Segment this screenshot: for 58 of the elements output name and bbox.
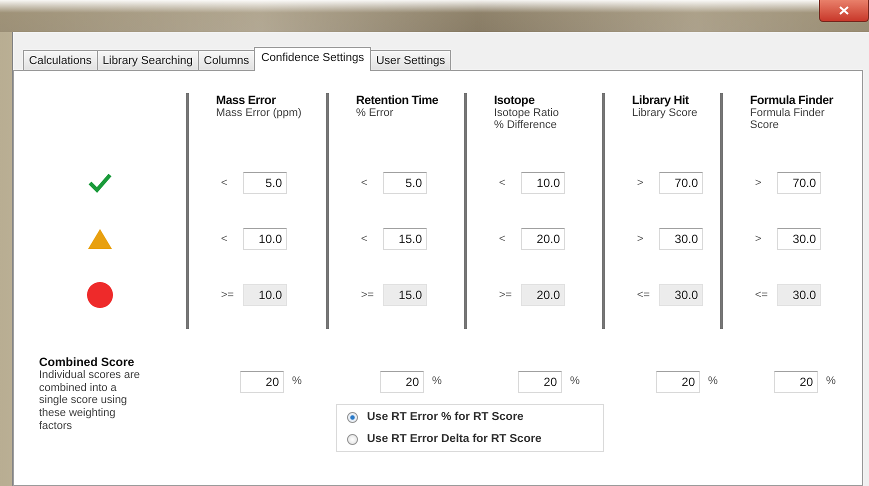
tab[interactable]: Confidence Settings (254, 47, 372, 71)
percent-label: % (708, 374, 718, 387)
threshold-field[interactable]: 10.0 (521, 172, 565, 194)
close-icon (839, 6, 849, 15)
close-button[interactable] (819, 0, 869, 22)
tab[interactable]: Calculations (23, 50, 98, 70)
tab[interactable]: Library Searching (96, 50, 199, 70)
column-subtitle: Mass Error (ppm) (216, 107, 303, 119)
threshold-field[interactable]: 30.0 (659, 228, 703, 250)
radio-button[interactable] (347, 412, 358, 423)
operator-label: >= (361, 289, 375, 301)
column-title: Library Hit (632, 93, 690, 107)
operator-label: <= (637, 289, 651, 301)
threshold-field[interactable]: 5.0 (243, 172, 287, 194)
weight-field[interactable]: 20 (518, 371, 562, 393)
threshold-field[interactable]: 15.0 (383, 228, 427, 250)
operator-label: >= (221, 289, 235, 301)
operator-label: < (221, 177, 228, 189)
threshold-field[interactable]: 30.0 (777, 228, 821, 250)
column-subtitle: Library Score (632, 107, 698, 119)
weight-field[interactable]: 20 (380, 371, 424, 393)
column-subtitle: Isotope Ratio % Difference (494, 107, 560, 131)
combined-score-title: Combined Score (39, 355, 136, 369)
weight-field[interactable]: 20 (774, 371, 818, 393)
operator-label: > (637, 233, 644, 245)
combined-score-description: Individual scores are combined into a single score using these weighting factors (39, 369, 141, 432)
column-title: Formula Finder (750, 93, 834, 107)
threshold-field[interactable]: 20.0 (521, 228, 565, 250)
threshold-field[interactable]: 70.0 (659, 172, 703, 194)
column-title: Retention Time (356, 93, 440, 107)
column-subtitle: % Error (356, 107, 394, 119)
operator-label: > (637, 177, 644, 189)
operator-label: >= (499, 289, 513, 301)
radio-option[interactable]: Use RT Error Delta for RT Score (347, 433, 593, 446)
tab[interactable]: Columns (198, 50, 256, 70)
percent-label: % (432, 374, 442, 387)
weight-field[interactable]: 20 (656, 371, 700, 393)
radio-button[interactable] (347, 434, 358, 445)
threshold-field[interactable]: 10.0 (243, 228, 287, 250)
operator-label: > (755, 233, 762, 245)
threshold-field[interactable]: 5.0 (383, 172, 427, 194)
threshold-field[interactable]: 70.0 (777, 172, 821, 194)
operator-label: > (755, 177, 762, 189)
column-title: Mass Error (216, 93, 277, 107)
percent-label: % (826, 374, 836, 387)
operator-label: < (499, 233, 506, 245)
operator-label: < (499, 177, 506, 189)
operator-label: < (361, 233, 368, 245)
column-title: Isotope (494, 93, 536, 107)
percent-label: % (570, 374, 580, 387)
operator-label: < (221, 233, 228, 245)
operator-label: < (361, 177, 368, 189)
percent-label: % (292, 374, 302, 387)
weight-field[interactable]: 20 (240, 371, 284, 393)
radio-option[interactable]: Use RT Error % for RT Score (347, 411, 593, 424)
tab[interactable]: User Settings (370, 50, 452, 70)
column-subtitle: Formula Finder Score (750, 107, 826, 131)
operator-label: <= (755, 289, 769, 301)
